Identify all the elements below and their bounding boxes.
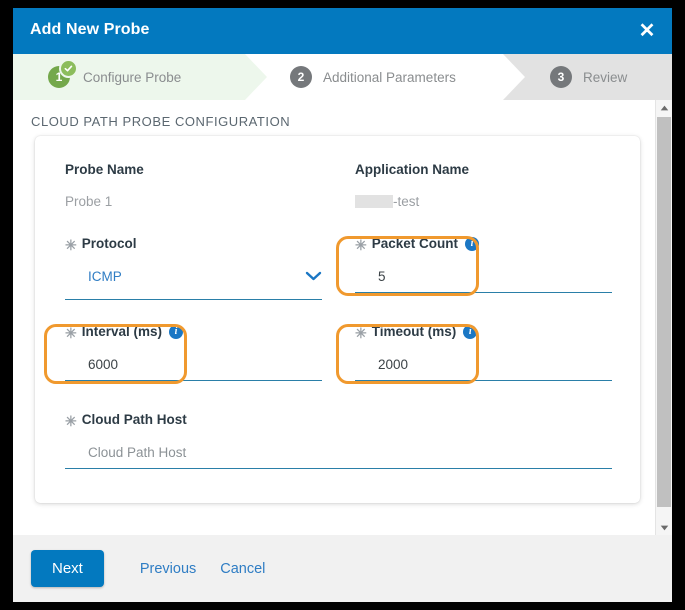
dialog-title: Add New Probe — [30, 21, 150, 38]
timeout-label: ✳ Timeout (ms) i — [355, 324, 612, 341]
dialog-body: CLOUD PATH PROBE CONFIGURATION Probe Nam… — [13, 100, 672, 535]
packet-count-label-text: Packet Count — [371, 236, 459, 251]
form-scroll-area: CLOUD PATH PROBE CONFIGURATION Probe Nam… — [13, 100, 655, 535]
step-additional-parameters[interactable]: 2 Additional Parameters — [245, 54, 525, 100]
dialog-titlebar: Add New Probe ✕ — [13, 8, 672, 54]
protocol-value: ICMP — [88, 269, 122, 284]
packet-count-label: ✳ Packet Count i — [355, 236, 612, 253]
protocol-label: ✳ Protocol — [65, 236, 322, 253]
required-marker: ✳ — [65, 412, 77, 429]
required-marker: ✳ — [65, 236, 77, 253]
info-icon[interactable]: i — [169, 324, 184, 339]
step-1-label: Configure Probe — [83, 69, 182, 85]
cloud-path-host-input[interactable]: Cloud Path Host — [65, 445, 612, 460]
packet-count-underline — [355, 292, 612, 293]
scroll-up-arrow-icon[interactable] — [656, 100, 672, 115]
required-marker: ✳ — [65, 324, 77, 341]
protocol-select[interactable]: ICMP — [65, 269, 322, 291]
required-marker: ✳ — [355, 324, 367, 341]
check-icon — [59, 59, 78, 78]
cloud-path-host-label-text: Cloud Path Host — [81, 412, 187, 427]
cancel-button[interactable]: Cancel — [208, 553, 277, 585]
interval-label: ✳ Interval (ms) i — [65, 324, 322, 341]
application-name-value-row: -test — [355, 194, 615, 209]
step-3-label: Review — [583, 69, 628, 85]
step-3-number: 3 — [550, 66, 572, 88]
probe-name-label: Probe Name — [65, 162, 144, 177]
next-button[interactable]: Next — [31, 550, 104, 587]
redacted-block — [355, 195, 393, 208]
info-icon[interactable]: i — [463, 324, 478, 339]
step-3-number-label: 3 — [557, 70, 565, 84]
field-timeout: ✳ Timeout (ms) i 2000 — [355, 324, 612, 381]
step-2-number: 2 — [290, 66, 312, 88]
interval-underline — [65, 380, 322, 381]
field-protocol: ✳ Protocol ICMP — [65, 236, 322, 300]
cloud-path-host-underline — [65, 468, 612, 469]
application-name-label: Application Name — [355, 162, 470, 177]
timeout-input[interactable]: 2000 — [355, 357, 612, 372]
step-2-number-label: 2 — [297, 70, 305, 84]
add-new-probe-dialog: Add New Probe ✕ 1 Configure Probe 2 Addi… — [13, 8, 672, 602]
required-marker: ✳ — [355, 236, 367, 253]
protocol-underline — [65, 299, 322, 300]
field-probe-name: Probe Name Probe 1 — [65, 162, 315, 209]
previous-button[interactable]: Previous — [128, 553, 208, 585]
scroll-down-arrow-icon[interactable] — [656, 520, 672, 535]
interval-label-text: Interval (ms) — [81, 324, 163, 339]
chevron-down-icon[interactable] — [305, 269, 322, 287]
packet-count-input[interactable]: 5 — [355, 269, 612, 284]
scrollbar-thumb[interactable] — [657, 117, 671, 507]
field-interval: ✳ Interval (ms) i 6000 — [65, 324, 322, 381]
application-name-value: -test — [393, 194, 420, 209]
step-review[interactable]: 3 Review — [503, 54, 672, 100]
step-configure-probe[interactable]: 1 Configure Probe — [13, 54, 267, 100]
step-2-label: Additional Parameters — [323, 69, 456, 85]
vertical-scrollbar[interactable] — [655, 100, 672, 535]
wizard-stepper: 1 Configure Probe 2 Additional Parameter… — [13, 54, 672, 100]
interval-input[interactable]: 6000 — [65, 357, 322, 372]
step-1-number: 1 — [48, 59, 78, 88]
timeout-underline — [355, 380, 612, 381]
field-cloud-path-host: ✳ Cloud Path Host Cloud Path Host — [65, 412, 612, 469]
field-application-name: Application Name -test — [355, 162, 615, 209]
protocol-label-text: Protocol — [81, 236, 137, 251]
probe-name-value: Probe 1 — [65, 194, 113, 209]
cloud-path-host-label: ✳ Cloud Path Host — [65, 412, 612, 429]
field-packet-count: ✳ Packet Count i 5 — [355, 236, 612, 293]
dialog-footer: Next Previous Cancel — [13, 535, 672, 602]
close-icon[interactable]: ✕ — [632, 16, 662, 46]
section-title: CLOUD PATH PROBE CONFIGURATION — [31, 114, 291, 129]
probe-configuration-card: Probe Name Probe 1 Application Name -tes… — [35, 136, 640, 503]
info-icon[interactable]: i — [465, 236, 480, 251]
timeout-label-text: Timeout (ms) — [371, 324, 457, 339]
